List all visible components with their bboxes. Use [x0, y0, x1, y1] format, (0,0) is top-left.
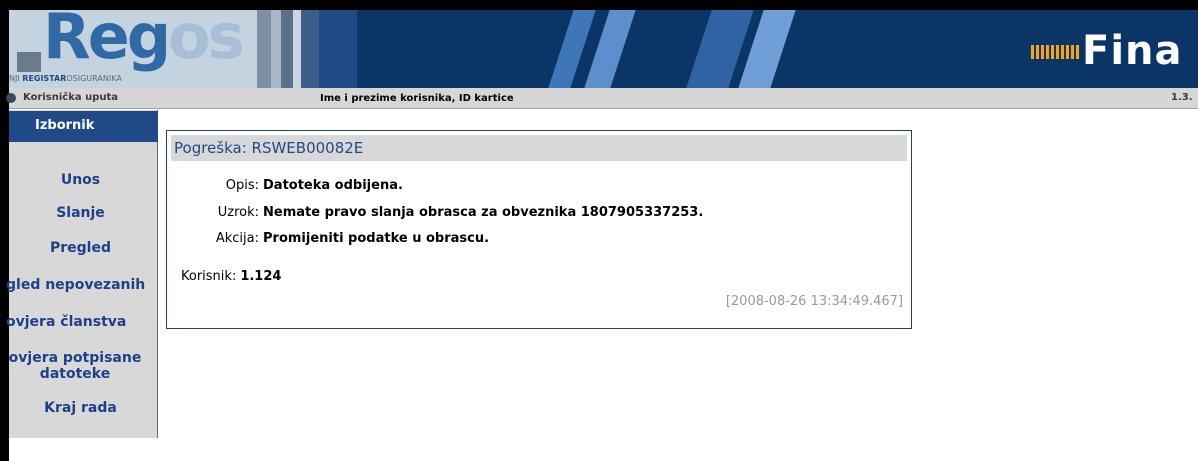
korisnik-value: 1.124 — [240, 269, 282, 284]
uzrok-value: Nemate pravo slanja obrasca za obveznika… — [263, 205, 704, 220]
logo-tagline: NJI REGISTAROSIGURANIKA — [9, 74, 122, 83]
akcija-label: Akcija: — [215, 231, 259, 246]
help-bullet-icon — [6, 93, 16, 103]
sidebar-item-kraj-rada[interactable]: Kraj rada — [3, 400, 158, 416]
sidebar-item-provjera-potpisane-datoteke[interactable]: ovjera potpisane datoteke — [6, 350, 144, 382]
tagline-prefix: NJI — [9, 74, 23, 83]
error-action-row: Akcija: Promijeniti podatke u obrascu. — [167, 231, 489, 246]
error-title: Pogreška: RSWEB00082E — [171, 135, 907, 161]
opis-value: Datoteka odbijena. — [263, 178, 403, 193]
uzrok-label: Uzrok: — [217, 205, 259, 220]
sidebar-item-pregled[interactable]: Pregled — [3, 240, 158, 256]
tagline-bold: REGISTAR — [22, 74, 67, 83]
sidebar-item-slanje[interactable]: Slanje — [3, 205, 158, 221]
banner-slash — [584, 10, 636, 88]
fina-logo-bars — [1031, 45, 1079, 59]
version-label: 1.3. — [1171, 92, 1193, 103]
window-frame-top — [0, 0, 1198, 10]
user-identity-label: Ime i prezime korisnika, ID kartice — [320, 93, 514, 104]
sidebar-item-pregled-nepovezanih[interactable]: gled nepovezanih — [6, 277, 145, 293]
error-timestamp: [2008-08-26 13:34:49.467] — [725, 294, 903, 309]
fina-logo: Fina — [1082, 28, 1183, 74]
akcija-value: Promijeniti podatke u obrascu. — [263, 231, 490, 246]
sidebar-menu: Izbornik Unos Slanje Pregled gled nepove… — [6, 110, 158, 438]
logo-wordmark: Regos — [43, 10, 245, 73]
banner-stripes — [257, 10, 357, 88]
info-strip: Korisnička uputa Ime i prezime korisnika… — [6, 88, 1198, 109]
sidebar-header: Izbornik — [9, 111, 158, 142]
sidebar-item-provjera-clanstva[interactable]: ovjera članstva — [6, 314, 126, 330]
error-cause-row: Uzrok: Nemate pravo slanja obrasca za obv… — [167, 205, 704, 220]
user-manual-link[interactable]: Korisnička uputa — [23, 92, 118, 103]
error-description-row: Opis: Datoteka odbijena. — [167, 178, 403, 193]
window-frame-left — [0, 0, 9, 461]
sidebar-item-unos[interactable]: Unos — [3, 172, 158, 188]
header-banner: Regos NJI REGISTAROSIGURANIKA Fina — [9, 10, 1198, 88]
logo-text-reg: Reg — [43, 10, 171, 73]
error-panel: Pogreška: RSWEB00082E Opis: Datoteka odbi… — [166, 130, 912, 329]
tagline-suffix: OSIGURANIKA — [66, 74, 122, 83]
opis-label: Opis: — [225, 178, 259, 193]
korisnik-label: Korisnik: — [181, 269, 237, 284]
error-user-row: Korisnik: 1.124 — [181, 269, 281, 284]
logo-square-icon — [17, 52, 41, 72]
logo-text-os: os — [168, 10, 244, 73]
